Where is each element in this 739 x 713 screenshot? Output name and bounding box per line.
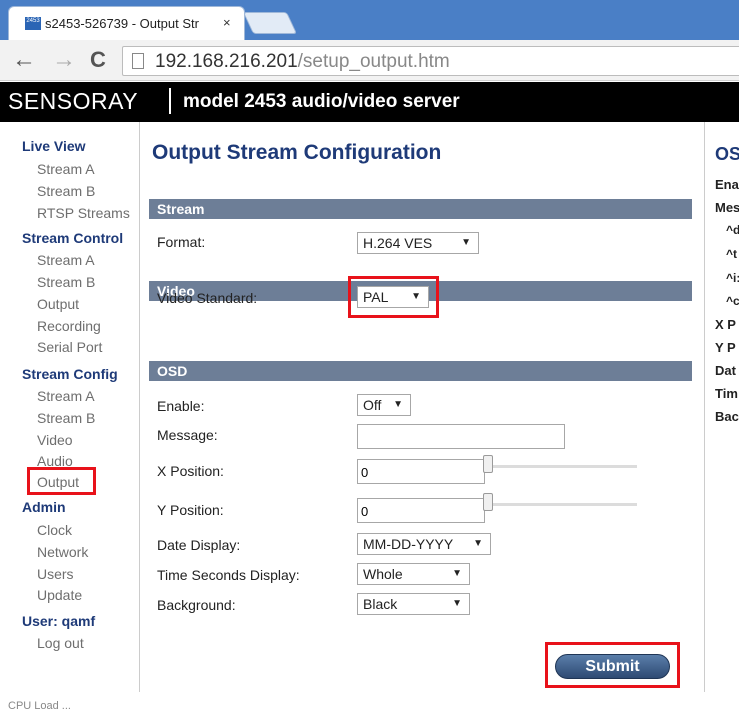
sensoray-favicon-icon: 2453	[25, 17, 41, 30]
sidebar-item-clock[interactable]: Clock	[37, 522, 72, 538]
model-title: model 2453 audio/video server	[183, 91, 460, 112]
time-seconds-select[interactable]: Whole ▼	[357, 563, 470, 585]
sidebar-section-live-view[interactable]: Live View	[22, 138, 86, 154]
sidebar-item-update[interactable]: Update	[37, 587, 82, 603]
browser-toolbar: ← → C 192.168.216.201/setup_output.htm	[0, 40, 739, 81]
reload-icon[interactable]: C	[90, 46, 106, 74]
brand-logo: SENSORAY	[8, 88, 139, 114]
tab-close-icon[interactable]: ×	[223, 15, 231, 30]
highlight-submit	[545, 642, 680, 688]
address-bar[interactable]: 192.168.216.201/setup_output.htm	[122, 46, 739, 76]
date-display-label: Date Display:	[157, 537, 241, 553]
tab-title: s2453-526739 - Output Str	[45, 16, 199, 31]
highlight-video-standard	[348, 276, 439, 318]
osd-help-subitem: ^t	[726, 247, 738, 261]
section-bar-osd: OSD	[149, 361, 692, 381]
browser-tabstrip: 2453 s2453-526739 - Output Str ×	[0, 0, 739, 40]
osd-help-title: OS	[715, 144, 739, 164]
sidebar-item-network[interactable]: Network	[37, 544, 88, 560]
sidebar-item-control-output[interactable]: Output	[37, 296, 79, 312]
sidebar-section-admin[interactable]: Admin	[22, 499, 66, 515]
x-position-slider-track[interactable]	[490, 465, 637, 468]
sidebar: Live View Stream A Stream B RTSP Streams…	[0, 122, 140, 692]
sidebar-item-live-stream-b[interactable]: Stream B	[37, 183, 95, 199]
y-position-input[interactable]: 0	[357, 498, 485, 523]
page-title: Output Stream Configuration	[152, 141, 442, 164]
sidebar-item-recording[interactable]: Recording	[37, 318, 101, 334]
osd-help-item: Mes	[715, 200, 739, 215]
page-header: SENSORAY model 2453 audio/video server	[0, 82, 739, 122]
x-position-slider-thumb[interactable]	[483, 455, 493, 473]
page-icon	[132, 53, 144, 69]
y-position-slider-track[interactable]	[490, 503, 637, 506]
sidebar-item-config-stream-b[interactable]: Stream B	[37, 410, 95, 426]
sidebar-section-stream-control[interactable]: Stream Control	[22, 230, 123, 246]
format-value: H.264 VES	[363, 235, 433, 251]
enable-select[interactable]: Off ▼	[357, 394, 411, 416]
background-select[interactable]: Black ▼	[357, 593, 470, 615]
enable-label: Enable:	[157, 398, 205, 414]
time-seconds-label: Time Seconds Display:	[157, 567, 300, 583]
osd-help-item: Tim	[715, 386, 738, 401]
sidebar-section-stream-config[interactable]: Stream Config	[22, 366, 118, 382]
y-position-slider-thumb[interactable]	[483, 493, 493, 511]
osd-help-subitem: ^c	[726, 294, 739, 308]
y-position-label: Y Position:	[157, 502, 224, 518]
enable-value: Off	[363, 397, 382, 413]
url-path: /setup_output.htm	[297, 51, 450, 72]
dropdown-arrow-icon: ▼	[473, 538, 483, 549]
section-bar-stream: Stream	[149, 199, 692, 219]
sidebar-item-video[interactable]: Video	[37, 432, 73, 448]
sidebar-item-rtsp-streams[interactable]: RTSP Streams	[37, 205, 130, 221]
sidebar-item-logout[interactable]: Log out	[37, 635, 84, 651]
format-label: Format:	[157, 234, 206, 250]
date-display-select[interactable]: MM-DD-YYYY ▼	[357, 533, 491, 555]
new-tab-button[interactable]	[242, 12, 298, 34]
sidebar-user: User: qamf	[22, 613, 96, 629]
osd-help-subitem: ^i:	[726, 271, 739, 285]
dropdown-arrow-icon: ▼	[452, 598, 462, 609]
sidebar-item-control-stream-a[interactable]: Stream A	[37, 252, 95, 268]
background-value: Black	[363, 596, 398, 612]
sidebar-item-users[interactable]: Users	[37, 566, 74, 582]
osd-help-item: Ena	[715, 177, 739, 192]
x-position-label: X Position:	[157, 463, 224, 479]
dropdown-arrow-icon: ▼	[461, 237, 471, 248]
browser-tab[interactable]: 2453 s2453-526739 - Output Str ×	[8, 6, 245, 40]
x-position-input[interactable]: 0	[357, 459, 485, 484]
dropdown-arrow-icon: ▼	[393, 399, 403, 410]
header-divider	[169, 88, 171, 114]
sidebar-item-serial-port[interactable]: Serial Port	[37, 339, 102, 355]
sidebar-item-control-stream-b[interactable]: Stream B	[37, 274, 95, 290]
osd-help-subitem: ^d	[726, 223, 739, 237]
osd-help-item: Y P	[715, 340, 736, 355]
background-label: Background:	[157, 597, 236, 613]
sidebar-item-live-stream-a[interactable]: Stream A	[37, 161, 95, 177]
osd-help-panel: OS Ena Mes ^d ^t ^i: ^c X P Y P Dat Tim …	[704, 122, 739, 692]
format-select[interactable]: H.264 VES ▼	[357, 232, 479, 254]
osd-help-item: Bac	[715, 409, 739, 424]
video-standard-label: Video Standard:	[157, 290, 258, 306]
forward-arrow-icon[interactable]: →	[52, 46, 76, 74]
url-text: 192.168.216.201/setup_output.htm	[155, 51, 450, 73]
message-input[interactable]	[357, 424, 565, 449]
osd-help-item: Dat	[715, 363, 736, 378]
highlight-output-nav	[27, 467, 96, 495]
date-display-value: MM-DD-YYYY	[363, 536, 454, 552]
cpu-load-status: CPU Load ...	[8, 700, 71, 712]
url-host: 192.168.216.201	[155, 51, 298, 72]
dropdown-arrow-icon: ▼	[452, 568, 462, 579]
osd-help-item: X P	[715, 317, 736, 332]
back-arrow-icon[interactable]: ←	[12, 46, 36, 74]
time-seconds-value: Whole	[363, 566, 403, 582]
message-label: Message:	[157, 427, 218, 443]
sidebar-item-config-stream-a[interactable]: Stream A	[37, 388, 95, 404]
